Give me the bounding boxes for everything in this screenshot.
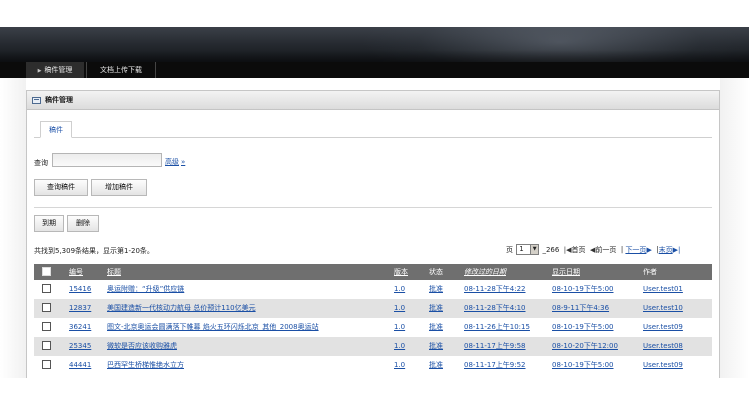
- row-author-link[interactable]: User.test01: [643, 280, 683, 299]
- next-page-link[interactable]: 下一页: [625, 245, 646, 255]
- row-title-link[interactable]: 美国建造新一代核动力航母 总价预计110亿美元: [107, 299, 256, 318]
- total-pages: _266: [542, 245, 560, 254]
- tab-manuscript[interactable]: 稿件: [40, 121, 72, 138]
- page-bottom: [0, 378, 749, 410]
- column-header-id[interactable]: 编号: [69, 264, 83, 280]
- panel-header: 稿件管理: [27, 91, 719, 110]
- row-title-link[interactable]: 奥运附赠：“升级”供应链: [107, 280, 184, 299]
- row-version-link[interactable]: 1.0: [394, 356, 405, 375]
- row-checkbox[interactable]: [42, 322, 51, 331]
- triangle-right-icon: ▶: [37, 68, 42, 74]
- panel-title: 稿件管理: [45, 96, 73, 104]
- nav-item-label: 稿件管理: [44, 66, 73, 74]
- row-author-link[interactable]: User.test10: [643, 299, 683, 318]
- column-header-status: 状态: [429, 268, 443, 276]
- row-modified-link[interactable]: 08-11-17上午9:52: [464, 356, 526, 375]
- table-row: 15416 奥运附赠：“升级”供应链 1.0 批准 08-11-28下午4:22…: [34, 280, 712, 299]
- page-select-value: 1: [519, 245, 524, 253]
- row-id-link[interactable]: 44441: [69, 356, 91, 375]
- column-header-version[interactable]: 版本: [394, 264, 408, 280]
- row-id-link[interactable]: 15416: [69, 280, 91, 299]
- nav-item-doc-upload[interactable]: 文档上传下载: [86, 62, 156, 78]
- query-manuscript-button[interactable]: 查询稿件: [34, 179, 88, 196]
- row-author-link[interactable]: User.test09: [643, 356, 683, 375]
- row-version-link[interactable]: 1.0: [394, 318, 405, 337]
- column-header-modified[interactable]: 修改过的日期: [464, 264, 506, 280]
- row-status-link[interactable]: 批准: [429, 280, 443, 299]
- row-checkbox[interactable]: [42, 360, 51, 369]
- add-manuscript-button[interactable]: 增加稿件: [91, 179, 147, 196]
- nav-item-manuscript[interactable]: ▶ 稿件管理: [26, 62, 84, 78]
- divider: [34, 207, 712, 208]
- row-modified-link[interactable]: 08-11-26上午10:15: [464, 318, 530, 337]
- chevron-down-icon: ▼: [530, 245, 539, 254]
- page-select[interactable]: 1 ▼: [516, 244, 540, 255]
- row-author-link[interactable]: User.test08: [643, 337, 683, 356]
- row-version-link[interactable]: 1.0: [394, 280, 405, 299]
- row-status-link[interactable]: 批准: [429, 318, 443, 337]
- column-header-display[interactable]: 显示日期: [552, 264, 580, 280]
- next-page-icon[interactable]: ▶: [646, 246, 651, 254]
- left-shadow: [0, 78, 26, 378]
- row-status-link[interactable]: 批准: [429, 337, 443, 356]
- row-title-link[interactable]: 巴西罕生桥梯惟绝水立方: [107, 356, 184, 375]
- row-checkbox[interactable]: [42, 284, 51, 293]
- row-id-link[interactable]: 36241: [69, 318, 91, 337]
- row-modified-link[interactable]: 08-11-28下午4:10: [464, 299, 526, 318]
- row-title-link[interactable]: 图文-北京奥运会圆满落下帷幕 焰火五环闪烁北京_其他_2008奥运站: [107, 318, 319, 337]
- table-row: 44441 巴西罕生桥梯惟绝水立方 1.0 批准 08-11-17上午9:52 …: [34, 356, 712, 375]
- row-display-link[interactable]: 08-10-19下午5:00: [552, 356, 614, 375]
- table-header: 编号 标题 版本 状态 修改过的日期 显示日期 作者: [34, 264, 712, 280]
- row-display-link[interactable]: 08-9-11下午4:36: [552, 299, 609, 318]
- delete-button[interactable]: 删除: [67, 215, 99, 232]
- manuscript-table: 编号 标题 版本 状态 修改过的日期 显示日期 作者 15416 奥运附赠：“升…: [34, 264, 712, 375]
- row-author-link[interactable]: User.test09: [643, 318, 683, 337]
- search-label: 查询: [34, 159, 48, 167]
- manuscript-panel: 稿件管理 稿件 查询 高级» 查询稿件 增加稿件 到期 删除 共找到5,309条…: [26, 90, 720, 380]
- column-header-title[interactable]: 标题: [107, 264, 121, 280]
- row-id-link[interactable]: 12837: [69, 299, 91, 318]
- right-shadow: [720, 78, 749, 378]
- top-nav: ▶ 稿件管理 文档上传下载: [0, 62, 749, 78]
- row-checkbox[interactable]: [42, 303, 51, 312]
- result-summary: 共找到5,309条结果，显示第1-20条。: [34, 247, 154, 255]
- last-page-icon[interactable]: ▶|: [673, 246, 681, 254]
- advanced-search-link[interactable]: 高级»: [165, 157, 185, 167]
- row-modified-link[interactable]: 08-11-17上午9:58: [464, 337, 526, 356]
- pagination: 页 1 ▼ _266 |◀首页 ◀前一页 | 下一页▶ |末页▶|: [506, 244, 681, 255]
- row-status-link[interactable]: 批准: [429, 299, 443, 318]
- row-id-link[interactable]: 25345: [69, 337, 91, 356]
- row-checkbox[interactable]: [42, 341, 51, 350]
- prev-page-link[interactable]: 前一页: [595, 245, 616, 255]
- row-display-link[interactable]: 08-10-19下午5:00: [552, 280, 614, 299]
- row-version-link[interactable]: 1.0: [394, 299, 405, 318]
- page-prefix: 页: [506, 245, 513, 254]
- last-page-link[interactable]: 末页: [659, 245, 673, 255]
- table-row: 12837 美国建造新一代核动力航母 总价预计110亿美元 1.0 批准 08-…: [34, 299, 712, 318]
- first-page-link[interactable]: 首页: [572, 245, 586, 255]
- select-all-checkbox[interactable]: [42, 267, 51, 276]
- table-row: 36241 图文-北京奥运会圆满落下帷幕 焰火五环闪烁北京_其他_2008奥运站…: [34, 318, 712, 337]
- row-status-link[interactable]: 批准: [429, 356, 443, 375]
- nav-item-label: 文档上传下载: [100, 66, 142, 74]
- row-display-link[interactable]: 08-10-20下午12:00: [552, 337, 618, 356]
- expire-button[interactable]: 到期: [34, 215, 64, 232]
- row-modified-link[interactable]: 08-11-28下午4:22: [464, 280, 526, 299]
- header-banner: [0, 27, 749, 62]
- row-title-link[interactable]: 微软是否应该收购雅虎: [107, 337, 177, 356]
- double-arrow-icon: »: [181, 158, 186, 166]
- advanced-search-label: 高级: [165, 158, 179, 166]
- window-icon: [32, 97, 41, 104]
- row-display-link[interactable]: 08-10-19下午5:00: [552, 318, 614, 337]
- column-header-author: 作者: [643, 268, 657, 276]
- first-page-icon[interactable]: |◀: [564, 246, 572, 254]
- tab-divider: [34, 137, 712, 138]
- search-input[interactable]: [52, 153, 162, 167]
- row-version-link[interactable]: 1.0: [394, 337, 405, 356]
- table-row: 25345 微软是否应该收购雅虎 1.0 批准 08-11-17上午9:58 0…: [34, 337, 712, 356]
